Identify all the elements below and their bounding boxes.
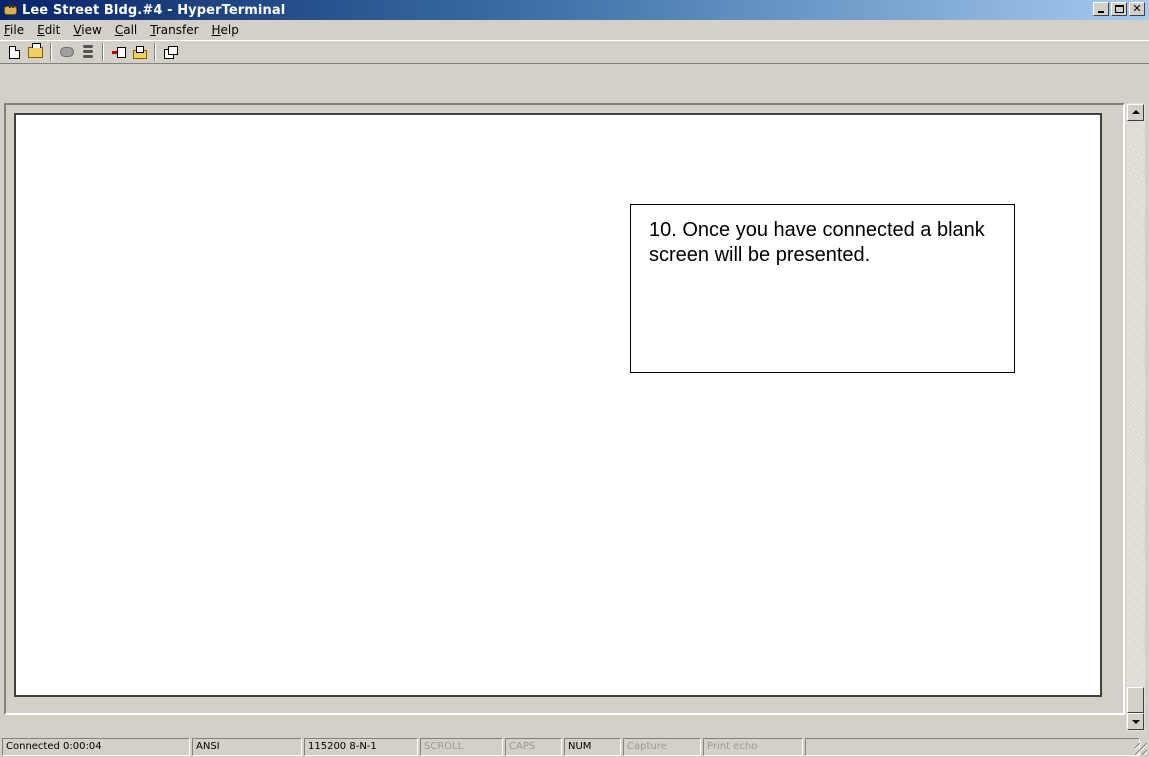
terminal-frame xyxy=(4,103,1125,715)
open-button[interactable] xyxy=(25,42,46,62)
send-button[interactable] xyxy=(108,42,129,62)
menu-help[interactable]: Help xyxy=(212,23,239,37)
scroll-thumb[interactable] xyxy=(1127,687,1144,713)
maximize-button[interactable] xyxy=(1111,2,1127,16)
menu-view[interactable]: View xyxy=(73,23,101,37)
hang-up-icon xyxy=(82,45,93,59)
maximize-icon xyxy=(1115,5,1124,13)
status-capture: Capture xyxy=(623,737,701,756)
status-print-echo: Print echo xyxy=(703,737,803,756)
minimize-icon xyxy=(1098,11,1104,13)
menu-call[interactable]: Call xyxy=(115,23,137,37)
hyperterminal-app-icon[interactable] xyxy=(3,2,19,18)
receive-icon xyxy=(132,45,147,59)
toolbar-separator xyxy=(154,43,156,61)
new-icon xyxy=(9,45,20,59)
close-icon: ✕ xyxy=(1132,2,1142,15)
status-emulation: ANSI xyxy=(192,737,302,756)
status-scroll: SCROLL xyxy=(420,737,503,756)
title-bar[interactable]: Lee Street Bldg.#4 - HyperTerminal ✕ xyxy=(0,0,1149,20)
arrow-down-icon xyxy=(1132,720,1140,724)
instruction-callout: 10. Once you have connected a blank scre… xyxy=(630,204,1015,373)
toolbar-separator xyxy=(102,43,104,61)
resize-grip-icon[interactable] xyxy=(1135,743,1147,755)
disconnect-icon xyxy=(59,47,74,57)
status-num: NUM xyxy=(564,737,621,756)
toolbar-separator xyxy=(50,43,52,61)
properties-icon xyxy=(163,45,178,59)
menu-file[interactable]: File xyxy=(4,23,24,37)
menu-bar: File Edit View Call Transfer Help xyxy=(0,21,1149,39)
status-empty-panel xyxy=(805,737,1140,756)
toolbar xyxy=(0,40,1149,64)
status-settings: 115200 8-N-1 xyxy=(304,737,418,756)
new-button[interactable] xyxy=(4,42,25,62)
send-icon xyxy=(111,46,126,58)
status-bar: Connected 0:00:04 ANSI 115200 8-N-1 SCRO… xyxy=(0,736,1149,757)
minimize-button[interactable] xyxy=(1093,2,1109,16)
hang-up-button[interactable] xyxy=(77,42,98,62)
scroll-up-button[interactable] xyxy=(1127,104,1144,121)
receive-button[interactable] xyxy=(129,42,150,62)
arrow-up-icon xyxy=(1132,110,1140,114)
open-icon xyxy=(28,42,43,58)
vertical-scrollbar[interactable] xyxy=(1126,103,1145,731)
menu-edit[interactable]: Edit xyxy=(37,23,60,37)
close-button[interactable]: ✕ xyxy=(1129,2,1145,16)
menu-transfer[interactable]: Transfer xyxy=(150,23,198,37)
scroll-down-button[interactable] xyxy=(1127,713,1144,730)
window-title: Lee Street Bldg.#4 - HyperTerminal xyxy=(22,2,286,18)
status-caps: CAPS xyxy=(505,737,562,756)
status-connected: Connected 0:00:04 xyxy=(2,737,190,756)
terminal-screen[interactable] xyxy=(14,113,1102,697)
properties-button[interactable] xyxy=(160,42,181,62)
disconnect-button[interactable] xyxy=(56,42,77,62)
